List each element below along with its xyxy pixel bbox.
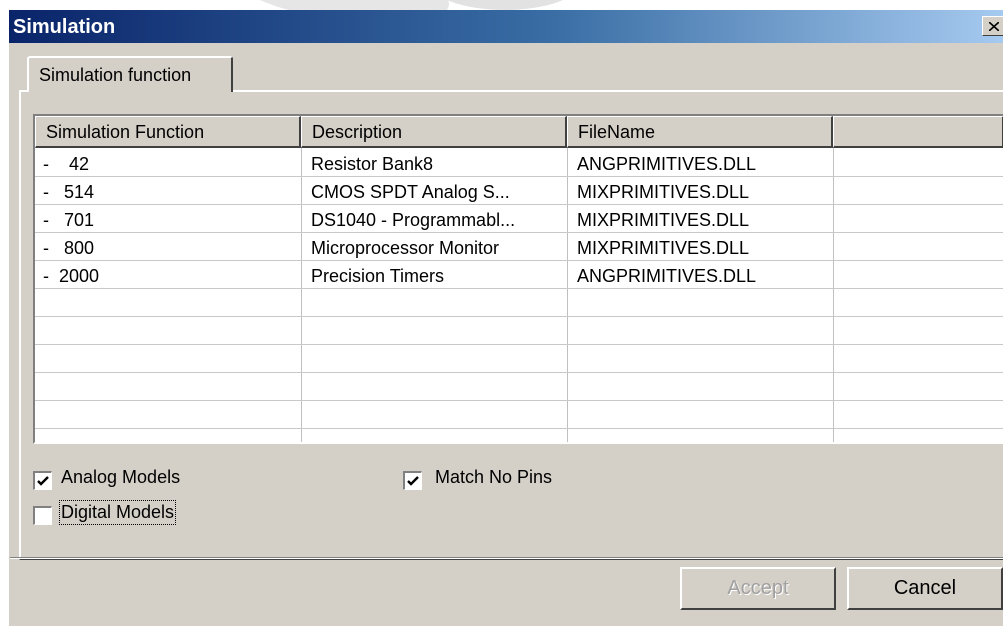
digital-models-checkbox[interactable] bbox=[33, 506, 52, 525]
column-header-description[interactable]: Description bbox=[301, 116, 567, 148]
grid-line bbox=[35, 204, 1003, 205]
digital-models-label[interactable]: Digital Models bbox=[58, 500, 177, 525]
tab-label: Simulation function bbox=[39, 65, 192, 85]
match-no-pins-label[interactable]: Match No Pins bbox=[435, 467, 552, 488]
close-button[interactable] bbox=[982, 16, 1003, 36]
match-no-pins-checkbox[interactable] bbox=[403, 471, 422, 490]
row-filename: MIXPRIMITIVES.DLL bbox=[577, 182, 750, 202]
column-header-label: Simulation Function bbox=[46, 122, 205, 142]
grid-line bbox=[35, 260, 1003, 261]
tab-simulation-function[interactable]: Simulation function bbox=[27, 56, 233, 92]
column-header-filename[interactable]: FileName bbox=[567, 116, 833, 148]
row-filename: ANGPRIMITIVES.DLL bbox=[577, 266, 757, 286]
row-id: - 514 bbox=[43, 182, 95, 202]
column-header-simulation-function[interactable]: Simulation Function bbox=[35, 116, 301, 148]
grid-line bbox=[35, 288, 1003, 289]
row-filename: MIXPRIMITIVES.DLL bbox=[577, 238, 750, 258]
grid-line bbox=[35, 344, 1003, 345]
row-description: DS1040 - Programmabl... bbox=[311, 210, 516, 230]
grid-line bbox=[567, 148, 568, 442]
column-header-label: Description bbox=[312, 122, 403, 142]
grid-line bbox=[35, 176, 1003, 177]
grid-line bbox=[301, 148, 302, 442]
grid-line bbox=[833, 148, 834, 442]
row-description: Precision Timers bbox=[311, 266, 445, 286]
simulation-function-list[interactable]: Simulation Function Description FileName… bbox=[33, 114, 1003, 444]
row-id: - 800 bbox=[43, 238, 95, 258]
row-filename: ANGPRIMITIVES.DLL bbox=[577, 154, 757, 174]
accept-button[interactable]: Accept bbox=[680, 567, 836, 610]
grid-line bbox=[35, 232, 1003, 233]
background-shape bbox=[430, 0, 580, 10]
row-id: - 701 bbox=[43, 210, 95, 230]
grid-line bbox=[35, 316, 1003, 317]
bottom-separator bbox=[10, 557, 1003, 559]
row-description: Microprocessor Monitor bbox=[311, 238, 500, 258]
grid-line bbox=[35, 372, 1003, 373]
title-bar[interactable]: Simulation bbox=[9, 10, 1003, 43]
window-title: Simulation bbox=[13, 16, 116, 38]
column-header-label: FileName bbox=[578, 122, 656, 142]
checkmark-icon bbox=[37, 476, 49, 486]
row-description: Resistor Bank8 bbox=[311, 154, 434, 174]
column-header-empty[interactable] bbox=[833, 116, 1003, 148]
grid-line bbox=[35, 400, 1003, 401]
close-icon bbox=[989, 22, 999, 31]
analog-models-label[interactable]: Analog Models bbox=[61, 467, 180, 488]
row-id: - 2000 bbox=[43, 266, 100, 286]
row-id: - 42 bbox=[43, 154, 90, 174]
checkmark-icon bbox=[407, 476, 419, 486]
grid-line bbox=[35, 428, 1003, 429]
analog-models-checkbox[interactable] bbox=[33, 471, 52, 490]
row-description: CMOS SPDT Analog S... bbox=[311, 182, 510, 202]
cancel-button[interactable]: Cancel bbox=[847, 567, 1003, 610]
simulation-dialog: Simulation Simulation function Simulatio… bbox=[8, 10, 1003, 626]
row-filename: MIXPRIMITIVES.DLL bbox=[577, 210, 750, 230]
